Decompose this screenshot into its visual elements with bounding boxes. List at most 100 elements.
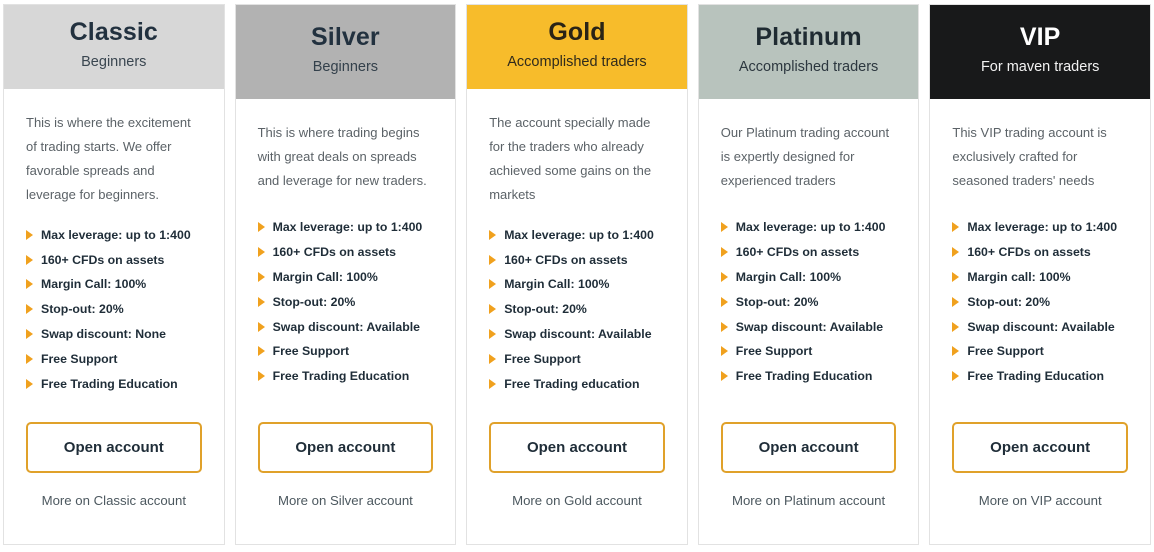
plan-card-platinum: Platinum Accomplished traders Our Platinum… <box>697 4 920 545</box>
arrow-right-icon <box>26 229 33 240</box>
arrow-right-icon <box>952 271 960 282</box>
feature-label: Stop-out: 20% <box>41 302 124 317</box>
feature-label: Margin Call: 100% <box>272 269 378 284</box>
arrow-right-icon <box>26 329 33 340</box>
feature-item: Margin call: 100% <box>952 265 1128 290</box>
more-on-account-link[interactable]: More on Silver account <box>278 493 413 508</box>
arrow-right-icon <box>257 222 265 233</box>
open-account-button[interactable]: Open account <box>489 422 665 473</box>
arrow-right-icon <box>26 353 33 364</box>
plan-tagline: Beginners <box>312 58 379 75</box>
feature-label: Free Support <box>41 351 118 366</box>
feature-label: Margin Call: 100% <box>504 277 610 292</box>
more-on-account-link[interactable]: More on Classic account <box>42 493 186 508</box>
plan-header-classic: Classic Beginners <box>4 5 224 89</box>
feature-label: Max leverage: up to 1:400 <box>41 227 191 242</box>
plan-name: VIP <box>1019 23 1061 52</box>
feature-item: Swap discount: Available <box>257 314 434 339</box>
plan-description: The account specially made for the trade… <box>489 114 652 202</box>
feature-item: Swap discount: None <box>26 322 202 347</box>
plan-footer: Open account More on Gold account <box>489 396 665 544</box>
arrow-right-icon <box>720 271 728 282</box>
open-account-button[interactable]: Open account <box>720 422 897 473</box>
plan-footer: Open account More on Silver account <box>257 396 434 544</box>
feature-label: Stop-out: 20% <box>967 294 1051 309</box>
plan-card-silver: Silver Beginners This is where trading beg… <box>234 4 457 545</box>
plan-body: This is where the excitement of trading … <box>4 89 224 544</box>
feature-label: Stop-out: 20% <box>504 302 587 317</box>
feature-label: Free Trading Education <box>41 376 178 391</box>
arrow-right-icon <box>720 321 728 332</box>
feature-label: Swap discount: Available <box>735 319 884 334</box>
plan-header-silver: Silver Beginners <box>235 5 456 99</box>
feature-item: Free Trading Education <box>720 364 897 389</box>
arrow-right-icon <box>952 321 960 332</box>
plan-body: The account specially made for the trade… <box>467 89 687 544</box>
plan-card-vip: VIP For maven traders This VIP trading acc… <box>929 4 1151 545</box>
feature-label: Free Support <box>735 344 813 359</box>
plan-body: This is where trading begins with great … <box>236 99 456 544</box>
feature-item: Free Support <box>26 346 202 371</box>
arrow-right-icon <box>257 371 265 382</box>
feature-item: Free Trading Education <box>26 371 202 396</box>
feature-item: 160+ CFDs on assets <box>257 240 434 265</box>
arrow-right-icon <box>257 296 265 307</box>
feature-item: Free Support <box>952 339 1128 364</box>
plan-footer: Open account More on Classic account <box>26 396 202 544</box>
feature-item: Stop-out: 20% <box>257 289 434 314</box>
arrow-right-icon <box>489 229 497 240</box>
more-on-account-link[interactable]: More on Gold account <box>512 493 642 508</box>
feature-label: Max leverage: up to 1:400 <box>504 227 654 242</box>
plan-description: This is where the excitement of trading … <box>26 114 191 202</box>
feature-list: Max leverage: up to 1:400 160+ CFDs on as… <box>952 215 1128 388</box>
arrow-right-icon <box>26 254 33 265</box>
open-account-button[interactable]: Open account <box>26 422 202 473</box>
feature-label: Max leverage: up to 1:400 <box>272 220 423 235</box>
feature-item: Free Support <box>720 339 897 364</box>
feature-label: 160+ CFDs on assets <box>504 252 628 267</box>
arrow-right-icon <box>257 346 265 357</box>
feature-item: Stop-out: 20% <box>720 289 897 314</box>
arrow-right-icon <box>720 296 728 307</box>
more-on-account-link[interactable]: More on Platinum account <box>732 493 885 508</box>
plan-body: Our Platinum trading account is expertly… <box>699 99 919 544</box>
plan-header-vip: VIP For maven traders <box>930 5 1150 99</box>
plan-name: Platinum <box>755 23 862 52</box>
feature-label: Stop-out: 20% <box>735 294 819 309</box>
feature-label: Swap discount: None <box>41 327 167 342</box>
feature-item: 160+ CFDs on assets <box>952 240 1128 265</box>
feature-item: 160+ CFDs on assets <box>720 240 897 265</box>
plan-name: Silver <box>311 23 380 52</box>
feature-label: Swap discount: Available <box>272 319 420 334</box>
plan-card-classic: Classic Beginners This is where the excite… <box>3 4 225 545</box>
feature-label: 160+ CFDs on assets <box>41 252 165 267</box>
feature-label: Margin call: 100% <box>967 269 1071 284</box>
feature-label: Free Trading education <box>504 376 640 391</box>
arrow-right-icon <box>26 378 33 389</box>
plan-header-gold: Gold Accomplished traders <box>467 5 687 89</box>
plan-header-platinum: Platinum Accomplished traders <box>698 5 919 99</box>
arrow-right-icon <box>952 371 960 382</box>
feature-list: Max leverage: up to 1:400 160+ CFDs on as… <box>26 223 202 396</box>
feature-item: Free Trading Education <box>257 364 434 389</box>
feature-label: 160+ CFDs on assets <box>735 245 860 260</box>
feature-label: Stop-out: 20% <box>272 294 356 309</box>
open-account-button[interactable]: Open account <box>952 422 1128 473</box>
plan-tagline: Accomplished traders <box>507 53 647 70</box>
arrow-right-icon <box>952 247 960 258</box>
feature-label: Max leverage: up to 1:400 <box>967 220 1118 235</box>
feature-item: Margin Call: 100% <box>489 272 665 297</box>
arrow-right-icon <box>26 304 33 315</box>
arrow-right-icon <box>489 353 497 364</box>
feature-label: 160+ CFDs on assets <box>272 245 396 260</box>
feature-label: Margin Call: 100% <box>41 277 147 292</box>
feature-item: Stop-out: 20% <box>952 289 1128 314</box>
arrow-right-icon <box>952 222 960 233</box>
feature-item: Stop-out: 20% <box>26 297 202 322</box>
feature-item: Swap discount: Available <box>952 314 1128 339</box>
more-on-account-link[interactable]: More on VIP account <box>979 493 1102 508</box>
arrow-right-icon <box>720 247 728 258</box>
open-account-button[interactable]: Open account <box>257 422 434 473</box>
pricing-plans-table: Classic Beginners This is where the excite… <box>0 0 1154 552</box>
feature-item: Free Support <box>257 339 434 364</box>
